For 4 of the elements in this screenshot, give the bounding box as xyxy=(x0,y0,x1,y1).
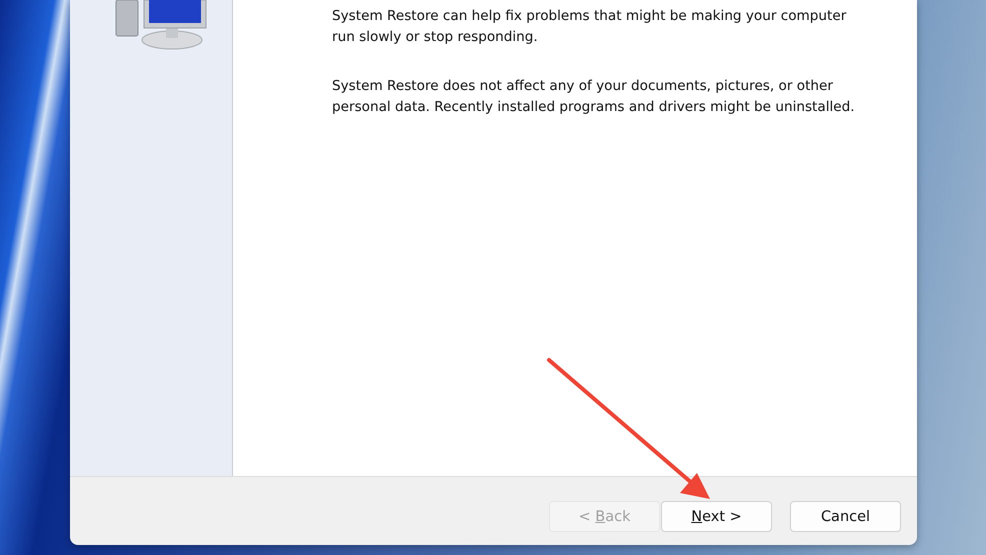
next-button[interactable]: Next > xyxy=(661,501,772,532)
description-text: System Restore does not affect any of your documents, pictures, or other personal data. Recently installed programs and drivers might be uninstalled. xyxy=(332,77,856,117)
description-text: System Restore can help fix problems that might be making your computer run slowly or stop responding. xyxy=(332,7,848,47)
cancel-button[interactable]: Cancel xyxy=(790,501,901,532)
